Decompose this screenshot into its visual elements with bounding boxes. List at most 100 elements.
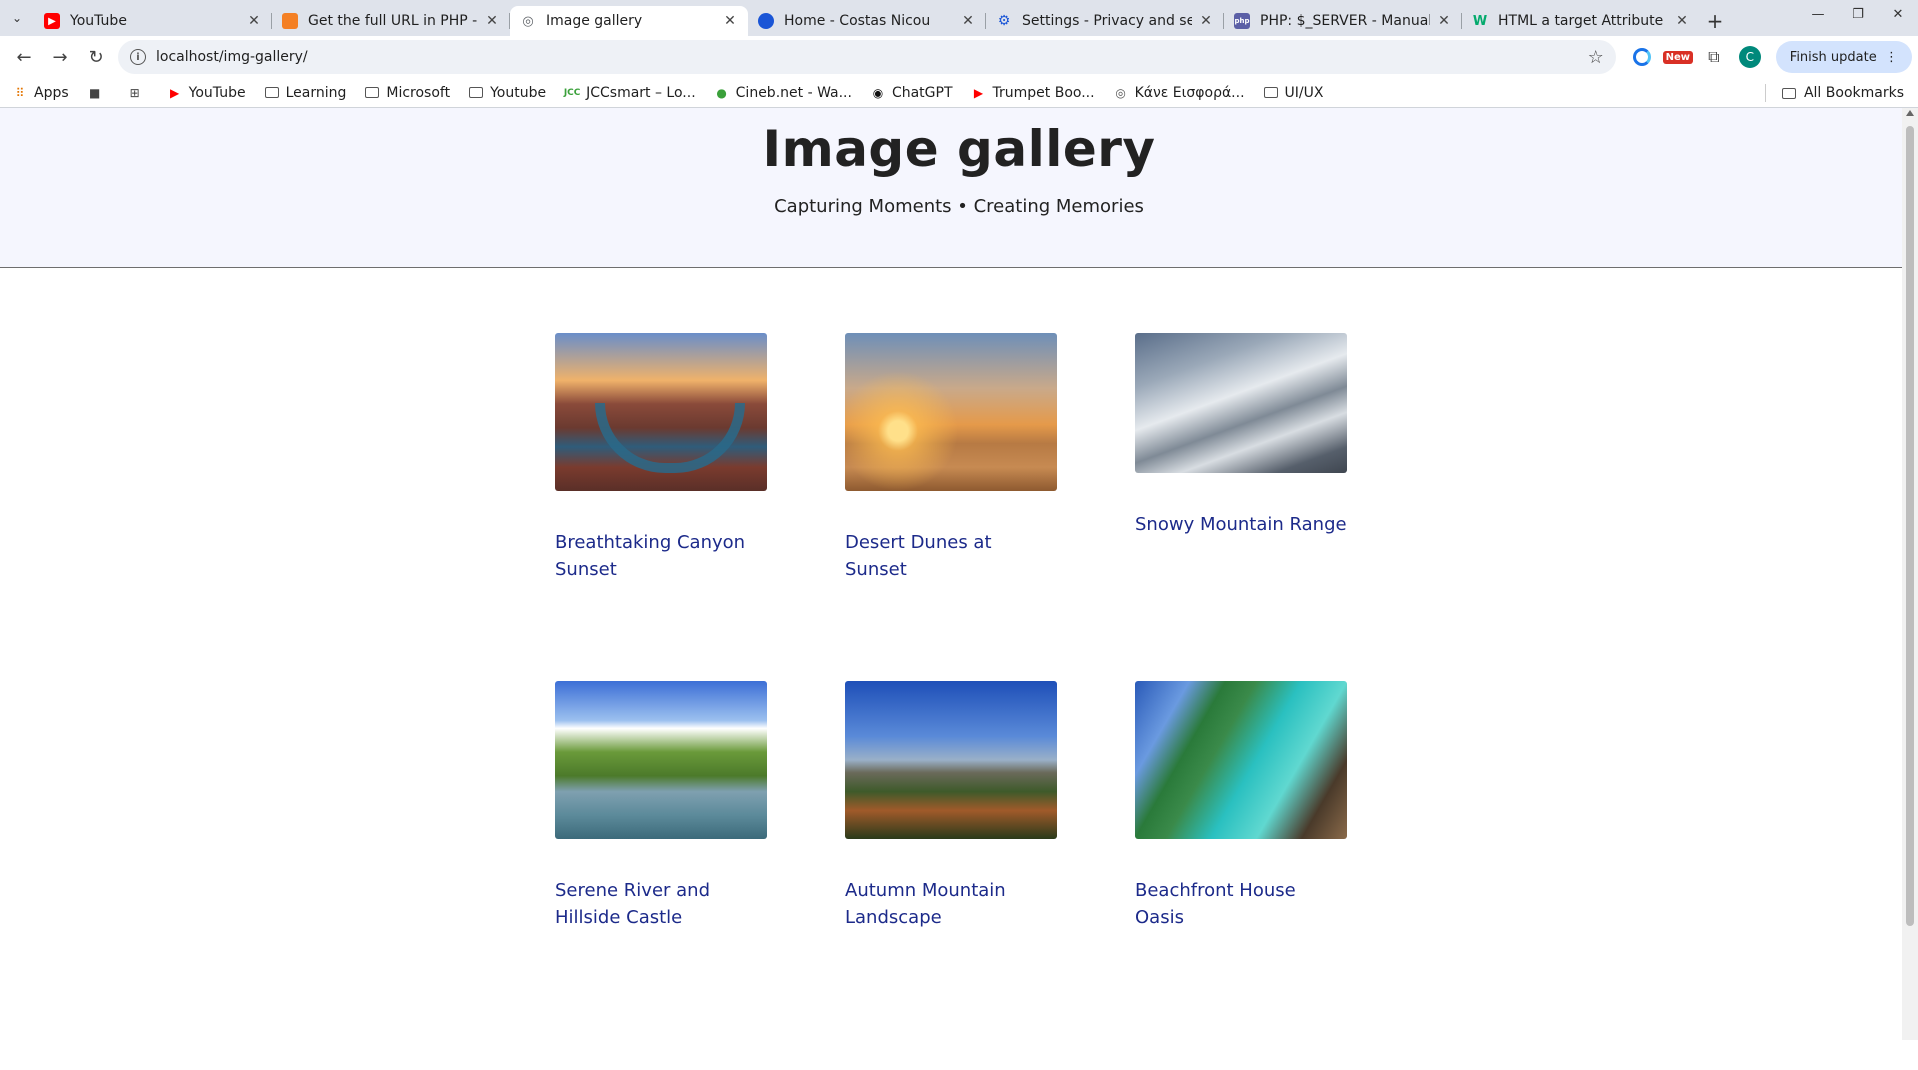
tab-search-icon[interactable]: ⌄ [0, 0, 34, 36]
bookmark-apps[interactable]: ⠿ Apps [12, 85, 69, 101]
tab-home-costas[interactable]: Home - Costas Nicou ✕ [748, 6, 986, 36]
close-icon[interactable]: ✕ [1674, 13, 1690, 29]
gallery-caption[interactable]: Desert Dunes at Sunset [845, 529, 1057, 583]
all-bookmarks[interactable]: All Bookmarks [1764, 78, 1904, 108]
chatgpt-icon: ◉ [872, 85, 884, 100]
finish-update-button[interactable]: Finish update ⋮ [1775, 41, 1912, 73]
apps-grid-icon: ⠿ [15, 85, 25, 100]
profile-avatar[interactable]: C [1732, 39, 1768, 75]
gallery-image[interactable] [1135, 681, 1347, 839]
address-bar[interactable]: i localhost/img-gallery/ ☆ [118, 40, 1616, 74]
gallery-item[interactable]: Breathtaking Canyon Sunset [555, 333, 767, 583]
site-header: Image gallery Capturing Moments • Creati… [0, 108, 1918, 268]
tab-title: Get the full URL in PHP - [308, 13, 478, 29]
bookmarks-bar: ⠿ Apps ■ ⊞ ▶ YouTube Learning Microsoft Yo… [0, 78, 1918, 108]
tab-get-full-url[interactable]: Get the full URL in PHP - ✕ [272, 6, 510, 36]
folder-icon [1781, 87, 1798, 99]
tab-image-gallery[interactable]: ◎ Image gallery ✕ [510, 6, 748, 36]
restore-icon[interactable]: ❐ [1838, 0, 1878, 30]
globe-icon: ◎ [522, 13, 534, 29]
close-icon[interactable]: ✕ [1436, 13, 1452, 29]
gallery-caption[interactable]: Autumn Mountain Landscape [845, 877, 1057, 931]
gallery-image[interactable] [845, 681, 1057, 839]
gallery-image[interactable] [1135, 333, 1347, 473]
bookmark-cineb[interactable]: ● Cineb.net - Wa... [714, 85, 852, 101]
cineb-icon: ● [716, 85, 727, 100]
tab-title: Settings - Privacy and sec [1022, 13, 1192, 29]
close-icon[interactable]: ✕ [722, 13, 738, 29]
gallery-image[interactable] [845, 333, 1057, 491]
bookmark-chatgpt[interactable]: ◉ ChatGPT [870, 85, 953, 101]
gallery-caption[interactable]: Beachfront House Oasis [1135, 877, 1347, 931]
close-icon[interactable]: ✕ [246, 13, 262, 29]
stackoverflow-icon [282, 13, 298, 29]
tab-html-target[interactable]: W HTML a target Attribute ✕ [1462, 6, 1700, 36]
bookmark-uiux[interactable]: UI/UX [1263, 85, 1323, 101]
bookmark-eisfora[interactable]: ◎ Κάνε Εισφορά... [1113, 85, 1244, 101]
gallery-item[interactable]: Desert Dunes at Sunset [845, 333, 1057, 583]
jcc-icon: JCC [563, 87, 581, 98]
tab-strip: ⌄ ▶ YouTube ✕ Get the full URL in PHP - … [0, 0, 1918, 36]
tab-title: PHP: $_SERVER - Manual [1260, 13, 1430, 29]
page-scrollbar[interactable] [1902, 108, 1918, 1040]
bookmark-youtube-folder[interactable]: Youtube [468, 85, 546, 101]
minimize-icon[interactable]: — [1798, 0, 1838, 30]
close-icon[interactable]: ✕ [1198, 13, 1214, 29]
page-subtitle: Capturing Moments • Creating Memories [774, 196, 1144, 217]
extension-new-icon[interactable]: New [1660, 39, 1696, 75]
w3schools-icon: W [1472, 13, 1488, 29]
grid-icon: ⊞ [129, 85, 140, 100]
close-icon[interactable]: ✕ [960, 13, 976, 29]
close-window-icon[interactable]: ✕ [1878, 0, 1918, 30]
site-info-icon[interactable]: i [130, 49, 146, 65]
browser-toolbar: ← → ↻ i localhost/img-gallery/ ☆ New ⧉ C… [0, 36, 1918, 78]
reload-button[interactable]: ↻ [78, 39, 114, 75]
gallery-image[interactable] [555, 681, 767, 839]
gallery-caption[interactable]: Breathtaking Canyon Sunset [555, 529, 767, 583]
php-icon: php [1234, 13, 1250, 29]
scrollbar-thumb[interactable] [1906, 126, 1914, 926]
site-icon [758, 13, 774, 29]
page-title: Image gallery [762, 120, 1156, 178]
gallery-item[interactable]: Serene River and Hillside Castle [555, 681, 767, 931]
tab-youtube[interactable]: ▶ YouTube ✕ [34, 6, 272, 36]
back-button[interactable]: ← [6, 39, 42, 75]
bookmark-learning[interactable]: Learning [264, 85, 346, 101]
bookmark-trumpet[interactable]: ▶ Trumpet Boo... [971, 85, 1095, 101]
bookmark-star-icon[interactable]: ☆ [1588, 47, 1604, 68]
window-controls: — ❐ ✕ [1798, 0, 1918, 30]
youtube-icon: ▶ [170, 85, 180, 100]
youtube-icon: ▶ [973, 85, 984, 100]
close-icon[interactable]: ✕ [484, 13, 500, 29]
scroll-up-icon[interactable] [1906, 110, 1914, 116]
gear-icon: ⚙ [997, 13, 1011, 29]
extension-blue-icon[interactable] [1624, 39, 1660, 75]
gallery-item[interactable]: Snowy Mountain Range [1135, 333, 1347, 538]
bookmark-grid[interactable]: ⊞ [127, 85, 149, 101]
gallery-item[interactable]: Autumn Mountain Landscape [845, 681, 1057, 931]
url-text[interactable]: localhost/img-gallery/ [156, 49, 1588, 65]
bookmark-microsoft[interactable]: Microsoft [364, 85, 450, 101]
folder-icon [468, 85, 484, 101]
bookmark-jccsmart[interactable]: JCC JCCsmart – Lo... [564, 85, 696, 101]
tab-title: Home - Costas Nicou [784, 13, 931, 29]
gallery-caption[interactable]: Serene River and Hillside Castle [555, 877, 767, 931]
bookmark-youtube[interactable]: ▶ YouTube [167, 85, 246, 101]
tab-php-server[interactable]: php PHP: $_SERVER - Manual ✕ [1224, 6, 1462, 36]
page-viewport: Image gallery Capturing Moments • Creati… [0, 108, 1918, 1040]
forward-button[interactable]: → [42, 39, 78, 75]
folder-icon [1263, 85, 1279, 101]
folder-icon [264, 85, 280, 101]
tab-settings[interactable]: ⚙ Settings - Privacy and sec ✕ [986, 6, 1224, 36]
tab-title: HTML a target Attribute [1498, 13, 1664, 29]
square-icon: ■ [88, 85, 101, 100]
bookmark-square[interactable]: ■ [87, 85, 109, 101]
youtube-icon: ▶ [44, 13, 60, 29]
extensions-puzzle-icon[interactable]: ⧉ [1696, 39, 1732, 75]
globe-icon: ◎ [1115, 85, 1126, 100]
gallery-caption[interactable]: Snowy Mountain Range [1135, 511, 1347, 538]
gallery-item[interactable]: Beachfront House Oasis [1135, 681, 1347, 931]
tab-title: YouTube [70, 13, 127, 29]
new-tab-button[interactable]: + [1700, 6, 1730, 36]
gallery-image[interactable] [555, 333, 767, 491]
